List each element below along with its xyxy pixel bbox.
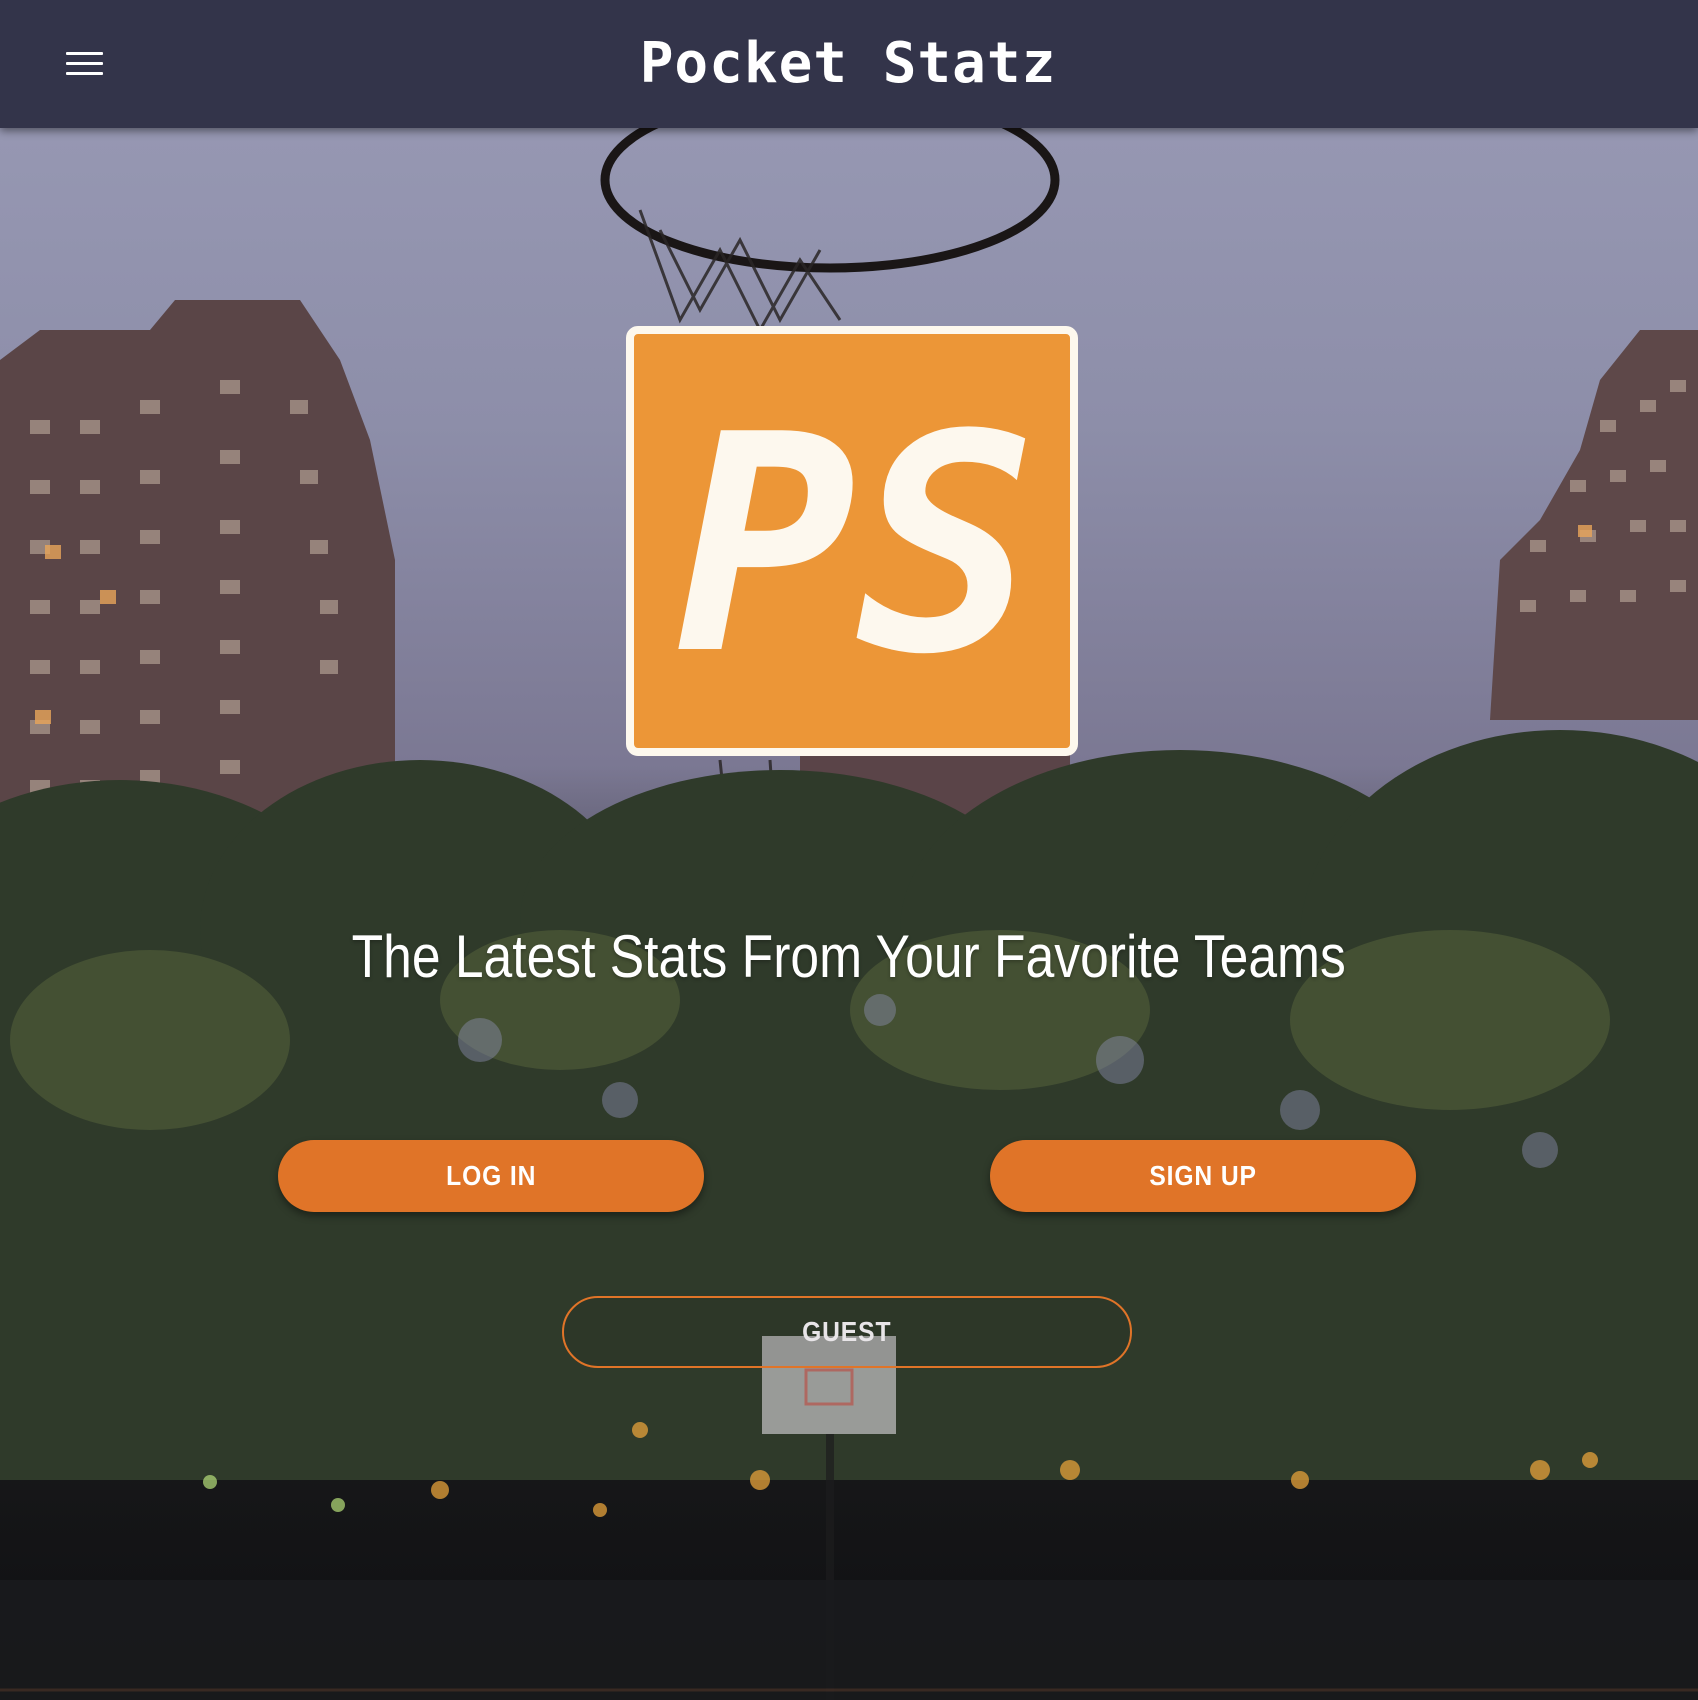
- log-in-button-label: LOG IN: [445, 1160, 537, 1191]
- sign-up-button[interactable]: SIGN UP: [990, 1140, 1416, 1212]
- app-header: Pocket Statz: [0, 0, 1698, 128]
- sign-up-button-label: SIGN UP: [1149, 1160, 1257, 1191]
- hero-tagline: The Latest Stats From Your Favorite Team…: [351, 923, 1346, 990]
- log-in-button[interactable]: LOG IN: [278, 1140, 704, 1212]
- app-title: Pocket Statz: [639, 31, 1057, 96]
- ps-logo-mark: PS: [676, 371, 1036, 720]
- background-photo: [0, 0, 1698, 1700]
- guest-button-label: GUEST: [802, 1316, 892, 1347]
- logo-text: PS: [676, 371, 1036, 720]
- landing-page: Pocket Statz PS The Latest Stats From Yo…: [0, 0, 1698, 1700]
- background-scene-illustration: [0, 87, 1698, 1700]
- guest-button[interactable]: GUEST: [562, 1296, 1132, 1368]
- pocket-statz-logo: PS: [626, 326, 1078, 756]
